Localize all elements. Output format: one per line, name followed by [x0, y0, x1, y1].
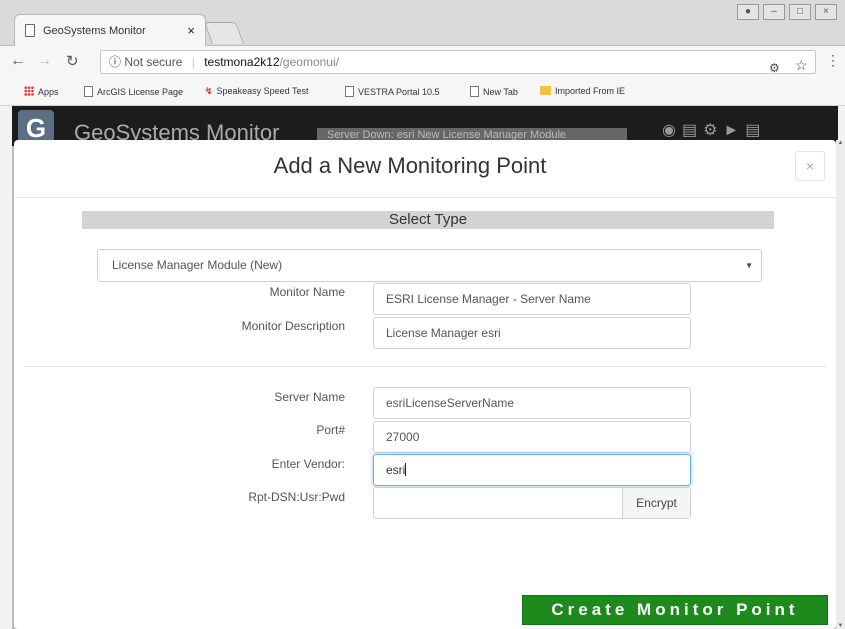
info-icon: ⓘ [109, 55, 122, 69]
encrypt-button[interactable]: Encrypt [622, 488, 690, 518]
monitor-name-input[interactable]: ESRI License Manager - Server Name [373, 283, 691, 315]
security-label: Not secure [124, 55, 183, 69]
browser-titlebar: GeoSystems Monitor × ● – □ × [0, 0, 845, 46]
create-monitor-point-button[interactable]: Create Monitor Point [522, 595, 828, 625]
page-icon [84, 86, 93, 97]
forward-icon[interactable]: → [36, 52, 52, 70]
server-name-label: Server Name [274, 390, 345, 404]
vendor-input[interactable]: esri [373, 454, 691, 486]
server-name-input[interactable]: esriLicenseServerName [373, 387, 691, 419]
new-tab-button[interactable] [203, 22, 245, 44]
url-host: testmona2k12 [204, 55, 280, 69]
page-icon [470, 86, 479, 97]
reload-icon[interactable]: ↻ [66, 52, 79, 70]
bookmark-speakeasy[interactable]: ↯ Speakeasy Speed Test [205, 86, 308, 97]
page-icon [25, 24, 35, 37]
minimize-icon[interactable]: – [763, 4, 785, 20]
modal-close-button[interactable]: × [795, 151, 825, 181]
text-cursor [405, 463, 407, 476]
url-separator: | [191, 55, 195, 69]
page-scrollbar[interactable]: ▲ ▼ [836, 140, 845, 629]
bookmarks-bar: Apps ArcGIS License Page ↯ Speakeasy Spee… [0, 78, 845, 106]
add-monitoring-point-modal: Add a New Monitoring Point × Select Type… [14, 140, 836, 629]
tab-title: GeoSystems Monitor [43, 25, 146, 37]
app-toolbar-icons: ◉▤⚙►▤ [662, 122, 767, 139]
form-divider [24, 366, 826, 367]
speakeasy-icon: ↯ [205, 86, 213, 96]
address-bar[interactable]: ⓘ Not secure | testmona2k12/geomonui/ ⚙ … [100, 50, 816, 76]
scroll-up-icon[interactable]: ▲ [836, 140, 845, 146]
bookmark-arcgis[interactable]: ArcGIS License Page [84, 86, 183, 97]
window-close-icon[interactable]: × [815, 4, 837, 20]
vendor-value: esri [386, 463, 406, 477]
bookmark-new-tab[interactable]: New Tab [470, 86, 518, 97]
modal-title: Add a New Monitoring Point [273, 153, 547, 178]
apps-icon [24, 86, 34, 96]
folder-icon [540, 86, 551, 95]
key-icon[interactable]: ⚙ [769, 57, 780, 79]
tab-close-icon[interactable]: × [187, 15, 195, 47]
back-icon[interactable]: ← [10, 52, 26, 70]
browser-tab[interactable]: GeoSystems Monitor × [14, 14, 206, 46]
dropdown-caret-icon: ▼ [745, 261, 753, 270]
rpt-dsn-label: Rpt-DSN:Usr:Pwd [248, 490, 345, 504]
monitor-type-select[interactable]: License Manager Module (New) ▼ [97, 249, 762, 282]
maximize-icon[interactable]: □ [789, 4, 811, 20]
bookmark-imported[interactable]: Imported From IE [540, 86, 625, 96]
page-icon [345, 86, 354, 97]
url-path: /geomonui/ [279, 55, 339, 69]
select-type-header: Select Type [82, 211, 774, 229]
monitor-description-input[interactable]: License Manager esri [373, 317, 691, 349]
browser-toolbar: ← → ↻ ⓘ Not secure | testmona2k12/geomon… [0, 46, 845, 78]
port-input[interactable]: 27000 [373, 421, 691, 453]
star-icon[interactable]: ☆ [795, 54, 808, 76]
monitor-name-label: Monitor Name [269, 285, 345, 299]
rpt-dsn-input[interactable]: Encrypt [373, 487, 691, 519]
header-divider [14, 197, 836, 198]
monitor-description-label: Monitor Description [241, 319, 345, 333]
bookmark-apps[interactable]: Apps [24, 86, 59, 97]
user-icon[interactable]: ● [737, 4, 759, 20]
menu-icon[interactable]: ⋮ [826, 52, 840, 69]
monitor-type-value: License Manager Module (New) [112, 258, 283, 272]
scroll-down-icon[interactable]: ▼ [836, 623, 845, 629]
port-label: Port# [316, 423, 345, 437]
bookmark-vestra[interactable]: VESTRA Portal 10.5 [345, 86, 440, 97]
vendor-label: Enter Vendor: [271, 457, 345, 471]
